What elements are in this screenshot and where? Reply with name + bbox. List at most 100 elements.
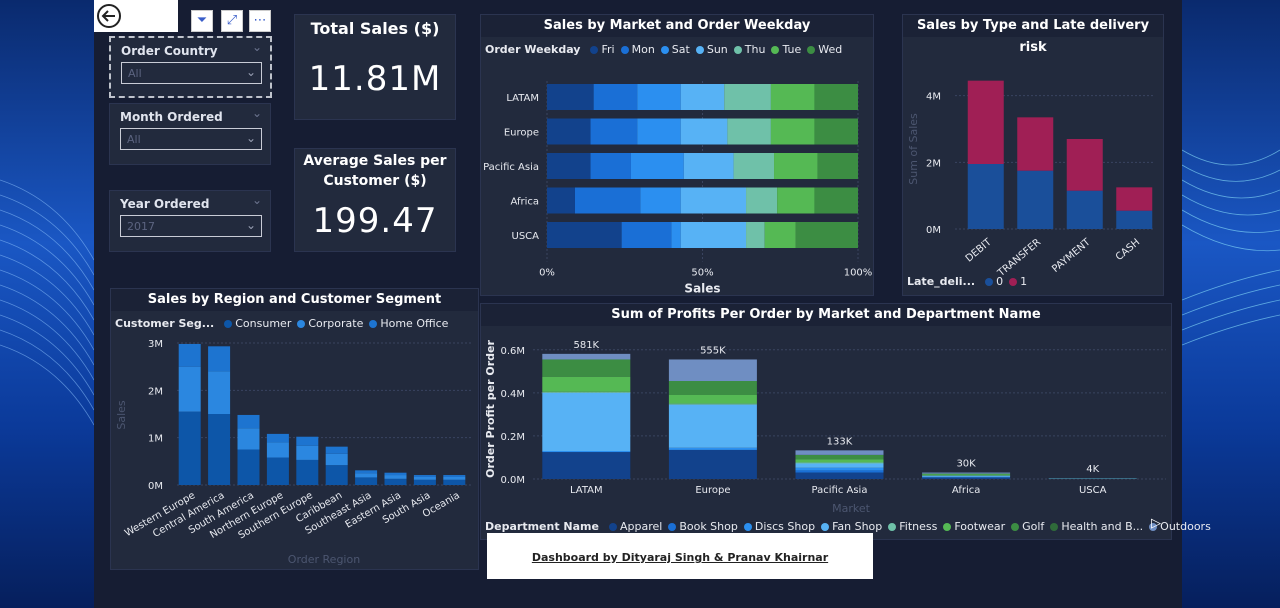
legend-item[interactable]: Discs Shop bbox=[738, 520, 815, 533]
bar-segment[interactable] bbox=[746, 187, 778, 214]
bar-segment[interactable] bbox=[542, 391, 631, 393]
bar-segment[interactable] bbox=[266, 433, 289, 443]
bar-segment[interactable] bbox=[764, 222, 796, 248]
bar-segment[interactable] bbox=[590, 118, 638, 145]
bar-segment[interactable] bbox=[593, 84, 638, 110]
bar-segment[interactable] bbox=[770, 118, 815, 145]
bar-segment[interactable] bbox=[1017, 170, 1054, 229]
bar-segment[interactable] bbox=[443, 479, 466, 485]
bar-segment[interactable] bbox=[795, 463, 884, 468]
bar-segment[interactable] bbox=[795, 467, 884, 471]
bar-segment[interactable] bbox=[384, 472, 407, 476]
bar-segment[interactable] bbox=[237, 414, 260, 429]
bar-segment[interactable] bbox=[621, 222, 672, 248]
bar-segment[interactable] bbox=[774, 153, 818, 179]
legend-item[interactable]: Golf bbox=[1005, 520, 1044, 533]
chevron-down-icon[interactable]: ⌄ bbox=[252, 193, 262, 207]
more-options-icon[interactable]: ⋯ bbox=[249, 10, 271, 32]
bar-segment[interactable] bbox=[413, 479, 436, 485]
bar-segment[interactable] bbox=[668, 449, 757, 479]
bar-segment[interactable] bbox=[922, 474, 1011, 476]
legend-item[interactable]: Health and B... bbox=[1044, 520, 1143, 533]
bar-segment[interactable] bbox=[325, 465, 348, 485]
bar-segment[interactable] bbox=[266, 457, 289, 485]
bar-segment[interactable] bbox=[770, 84, 815, 110]
bar-segment[interactable] bbox=[727, 118, 771, 145]
slicer-dropdown[interactable]: All ⌄ bbox=[120, 128, 262, 150]
bar-segment[interactable] bbox=[967, 80, 1004, 164]
legend-item[interactable]: 1 bbox=[1003, 275, 1027, 288]
slicer-dropdown[interactable]: All ⌄ bbox=[121, 62, 262, 84]
bar-segment[interactable] bbox=[814, 84, 858, 110]
bar-segment[interactable] bbox=[237, 449, 260, 486]
bar-segment[interactable] bbox=[724, 84, 771, 110]
chart-region-segment[interactable]: Sales by Region and Customer Segment Cus… bbox=[110, 288, 479, 570]
bar-segment[interactable] bbox=[922, 477, 1011, 479]
bar-segment[interactable] bbox=[443, 475, 466, 477]
bar-segment[interactable] bbox=[680, 187, 747, 214]
bar-segment[interactable] bbox=[922, 475, 1011, 477]
bar-segment[interactable] bbox=[668, 381, 757, 395]
bar-segment[interactable] bbox=[746, 222, 765, 248]
bar-segment[interactable] bbox=[795, 222, 858, 248]
bar-segment[interactable] bbox=[967, 164, 1004, 229]
bar-segment[interactable] bbox=[680, 118, 728, 145]
bar-segment[interactable] bbox=[547, 187, 575, 214]
bar-segment[interactable] bbox=[542, 376, 631, 392]
bar-segment[interactable] bbox=[1066, 139, 1103, 191]
bar-segment[interactable] bbox=[547, 84, 594, 110]
bar-segment[interactable] bbox=[266, 442, 289, 458]
bar-segment[interactable] bbox=[296, 459, 319, 485]
bar-segment[interactable] bbox=[325, 446, 348, 454]
bar-segment[interactable] bbox=[542, 353, 631, 360]
chevron-down-icon[interactable]: ⌄ bbox=[252, 40, 262, 54]
bar-segment[interactable] bbox=[208, 371, 231, 414]
bar-segment[interactable] bbox=[178, 411, 201, 485]
bar-segment[interactable] bbox=[1116, 210, 1153, 229]
bar-segment[interactable] bbox=[680, 84, 725, 110]
legend-item[interactable]: Book Shop bbox=[662, 520, 738, 533]
legend-item[interactable]: Fan Shop bbox=[815, 520, 882, 533]
chart-market-weekday[interactable]: Sales by Market and Order Weekday Order … bbox=[480, 14, 874, 296]
back-arrow-icon[interactable] bbox=[94, 1, 124, 31]
bar-segment[interactable] bbox=[668, 403, 757, 405]
bar-segment[interactable] bbox=[795, 472, 884, 479]
focus-mode-icon[interactable]: ⤢ bbox=[221, 10, 243, 32]
bar-segment[interactable] bbox=[795, 459, 884, 463]
bar-segment[interactable] bbox=[637, 84, 681, 110]
bar-segment[interactable] bbox=[668, 447, 757, 450]
bar-segment[interactable] bbox=[542, 452, 631, 479]
bar-segment[interactable] bbox=[668, 395, 757, 404]
bar-segment[interactable] bbox=[547, 153, 591, 179]
bar-segment[interactable] bbox=[922, 473, 1011, 475]
bar-segment[interactable] bbox=[1017, 117, 1054, 171]
bar-segment[interactable] bbox=[814, 118, 858, 145]
bar-segment[interactable] bbox=[668, 359, 757, 381]
legend-next-icon[interactable]: ▷ bbox=[1151, 516, 1161, 531]
bar-segment[interactable] bbox=[671, 222, 681, 248]
bar-segment[interactable] bbox=[817, 153, 858, 179]
bar-segment[interactable] bbox=[542, 451, 631, 453]
bar-segment[interactable] bbox=[795, 450, 884, 455]
slicer-month-ordered[interactable]: Month Ordered ⌄ All ⌄ bbox=[109, 103, 271, 165]
bar-segment[interactable] bbox=[630, 153, 684, 179]
bar-segment[interactable] bbox=[296, 445, 319, 460]
slicer-year-ordered[interactable]: Year Ordered ⌄ 2017 ⌄ bbox=[109, 190, 271, 252]
bar-segment[interactable] bbox=[355, 470, 378, 474]
bar-segment[interactable] bbox=[574, 187, 641, 214]
filter-icon[interactable]: ⏷ bbox=[191, 10, 213, 32]
legend-item[interactable]: 0 bbox=[979, 275, 1003, 288]
bar-segment[interactable] bbox=[640, 187, 681, 214]
bar-segment[interactable] bbox=[178, 366, 201, 412]
bar-segment[interactable] bbox=[733, 153, 775, 179]
bar-segment[interactable] bbox=[355, 477, 378, 485]
bar-segment[interactable] bbox=[384, 478, 407, 485]
legend-item[interactable]: Footwear bbox=[937, 520, 1005, 533]
legend-item[interactable]: Apparel bbox=[603, 520, 662, 533]
bar-segment[interactable] bbox=[637, 118, 681, 145]
bar-segment[interactable] bbox=[547, 222, 622, 248]
bar-segment[interactable] bbox=[542, 392, 631, 451]
bar-segment[interactable] bbox=[237, 428, 260, 450]
bar-segment[interactable] bbox=[208, 414, 231, 485]
bar-segment[interactable] bbox=[1116, 187, 1153, 211]
